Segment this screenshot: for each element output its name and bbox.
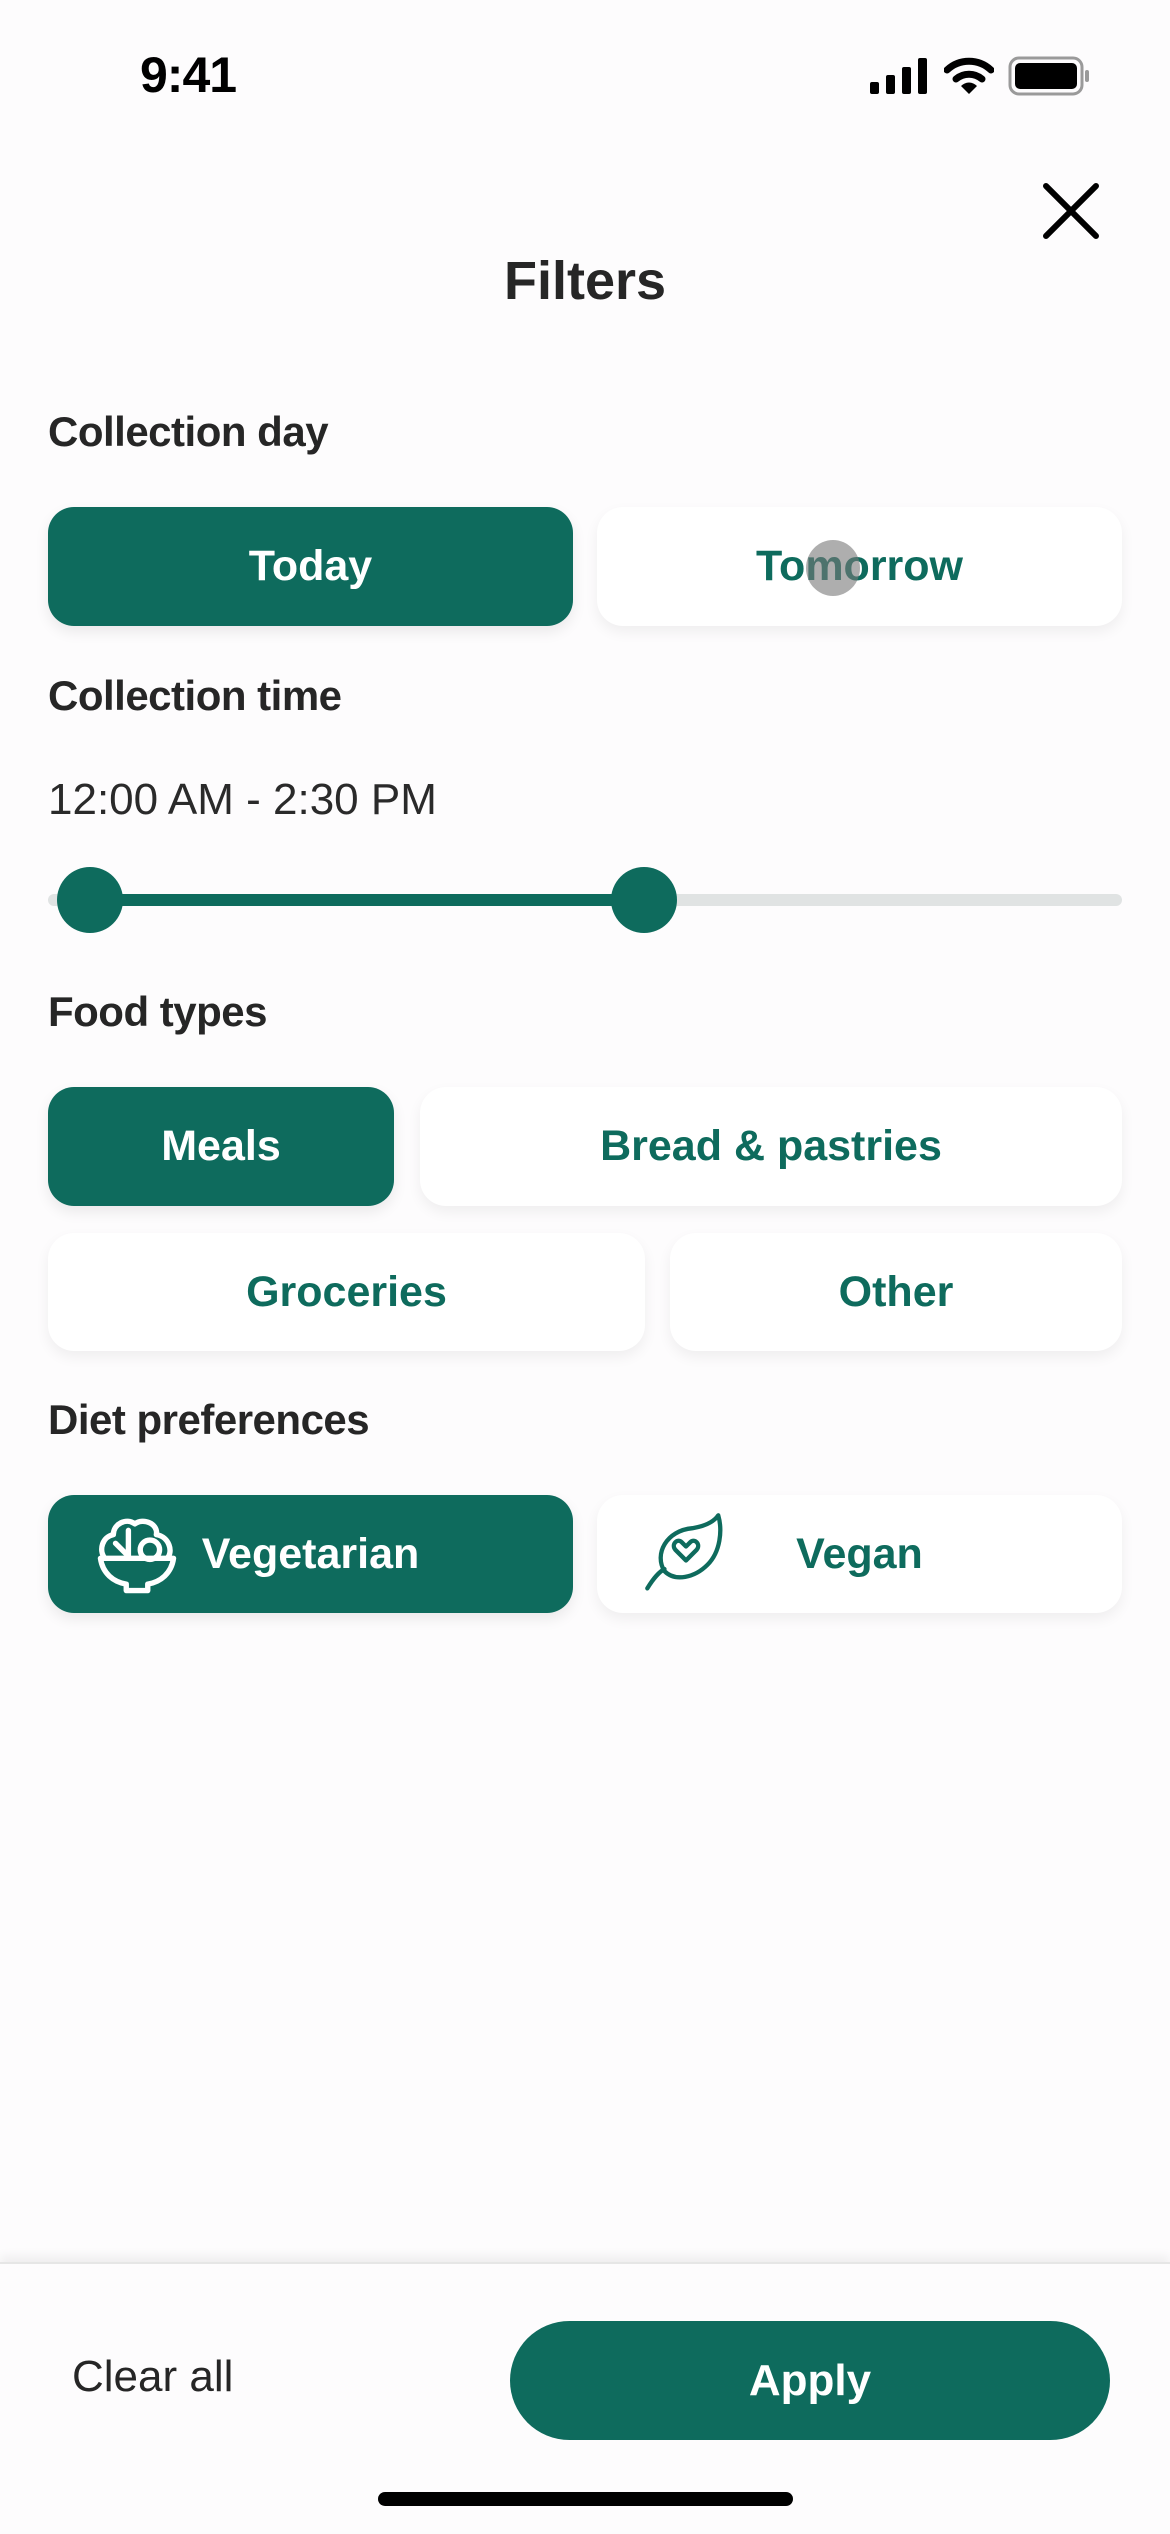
page-title: Filters [503, 251, 667, 311]
battery-icon [1008, 56, 1089, 96]
food-type-meals[interactable]: Meals [48, 1087, 394, 1206]
close-button[interactable] [1035, 175, 1107, 247]
chip-label: Other [838, 1267, 954, 1316]
collection-day-today[interactable]: Today [48, 507, 573, 626]
food-type-other[interactable]: Other [670, 1233, 1122, 1351]
close-icon [1043, 183, 1099, 239]
diet-vegetarian[interactable]: Vegetarian [48, 1495, 573, 1613]
touch-indicator [806, 540, 860, 596]
collection-day-label: Collection day [48, 408, 329, 455]
food-type-groceries[interactable]: Groceries [48, 1233, 645, 1351]
chip-label: Groceries [246, 1267, 447, 1316]
cellular-signal-icon [870, 58, 927, 94]
clear-all-button[interactable]: Clear all [72, 2352, 233, 2402]
chip-label: Vegan [796, 1529, 923, 1578]
food-type-bread-pastries[interactable]: Bread & pastries [420, 1087, 1122, 1206]
apply-button[interactable]: Apply [510, 2321, 1110, 2440]
wifi-icon [944, 57, 994, 94]
time-range-slider[interactable] [48, 860, 1122, 940]
slider-track-fill [90, 894, 645, 906]
slider-thumb-start[interactable] [57, 867, 123, 933]
collection-time-label: Collection time [48, 672, 342, 719]
home-indicator [378, 2492, 793, 2506]
slider-thumb-end[interactable] [611, 867, 678, 933]
status-time: 9:41 [140, 47, 237, 103]
food-types-label: Food types [48, 988, 268, 1035]
chip-label: Vegetarian [201, 1529, 420, 1578]
diet-preferences-label: Diet preferences [48, 1396, 370, 1443]
time-range-value: 12:00 AM - 2:30 PM [48, 775, 437, 824]
salad-bowl-icon [97, 1518, 177, 1594]
status-icons [870, 56, 1090, 96]
chip-label: Today [248, 542, 373, 590]
chip-label: Meals [161, 1122, 281, 1170]
diet-vegan[interactable]: Vegan [597, 1495, 1122, 1613]
apply-button-label: Apply [748, 2355, 872, 2405]
leaf-heart-icon [645, 1513, 723, 1591]
chip-label: Bread & pastries [600, 1122, 942, 1170]
